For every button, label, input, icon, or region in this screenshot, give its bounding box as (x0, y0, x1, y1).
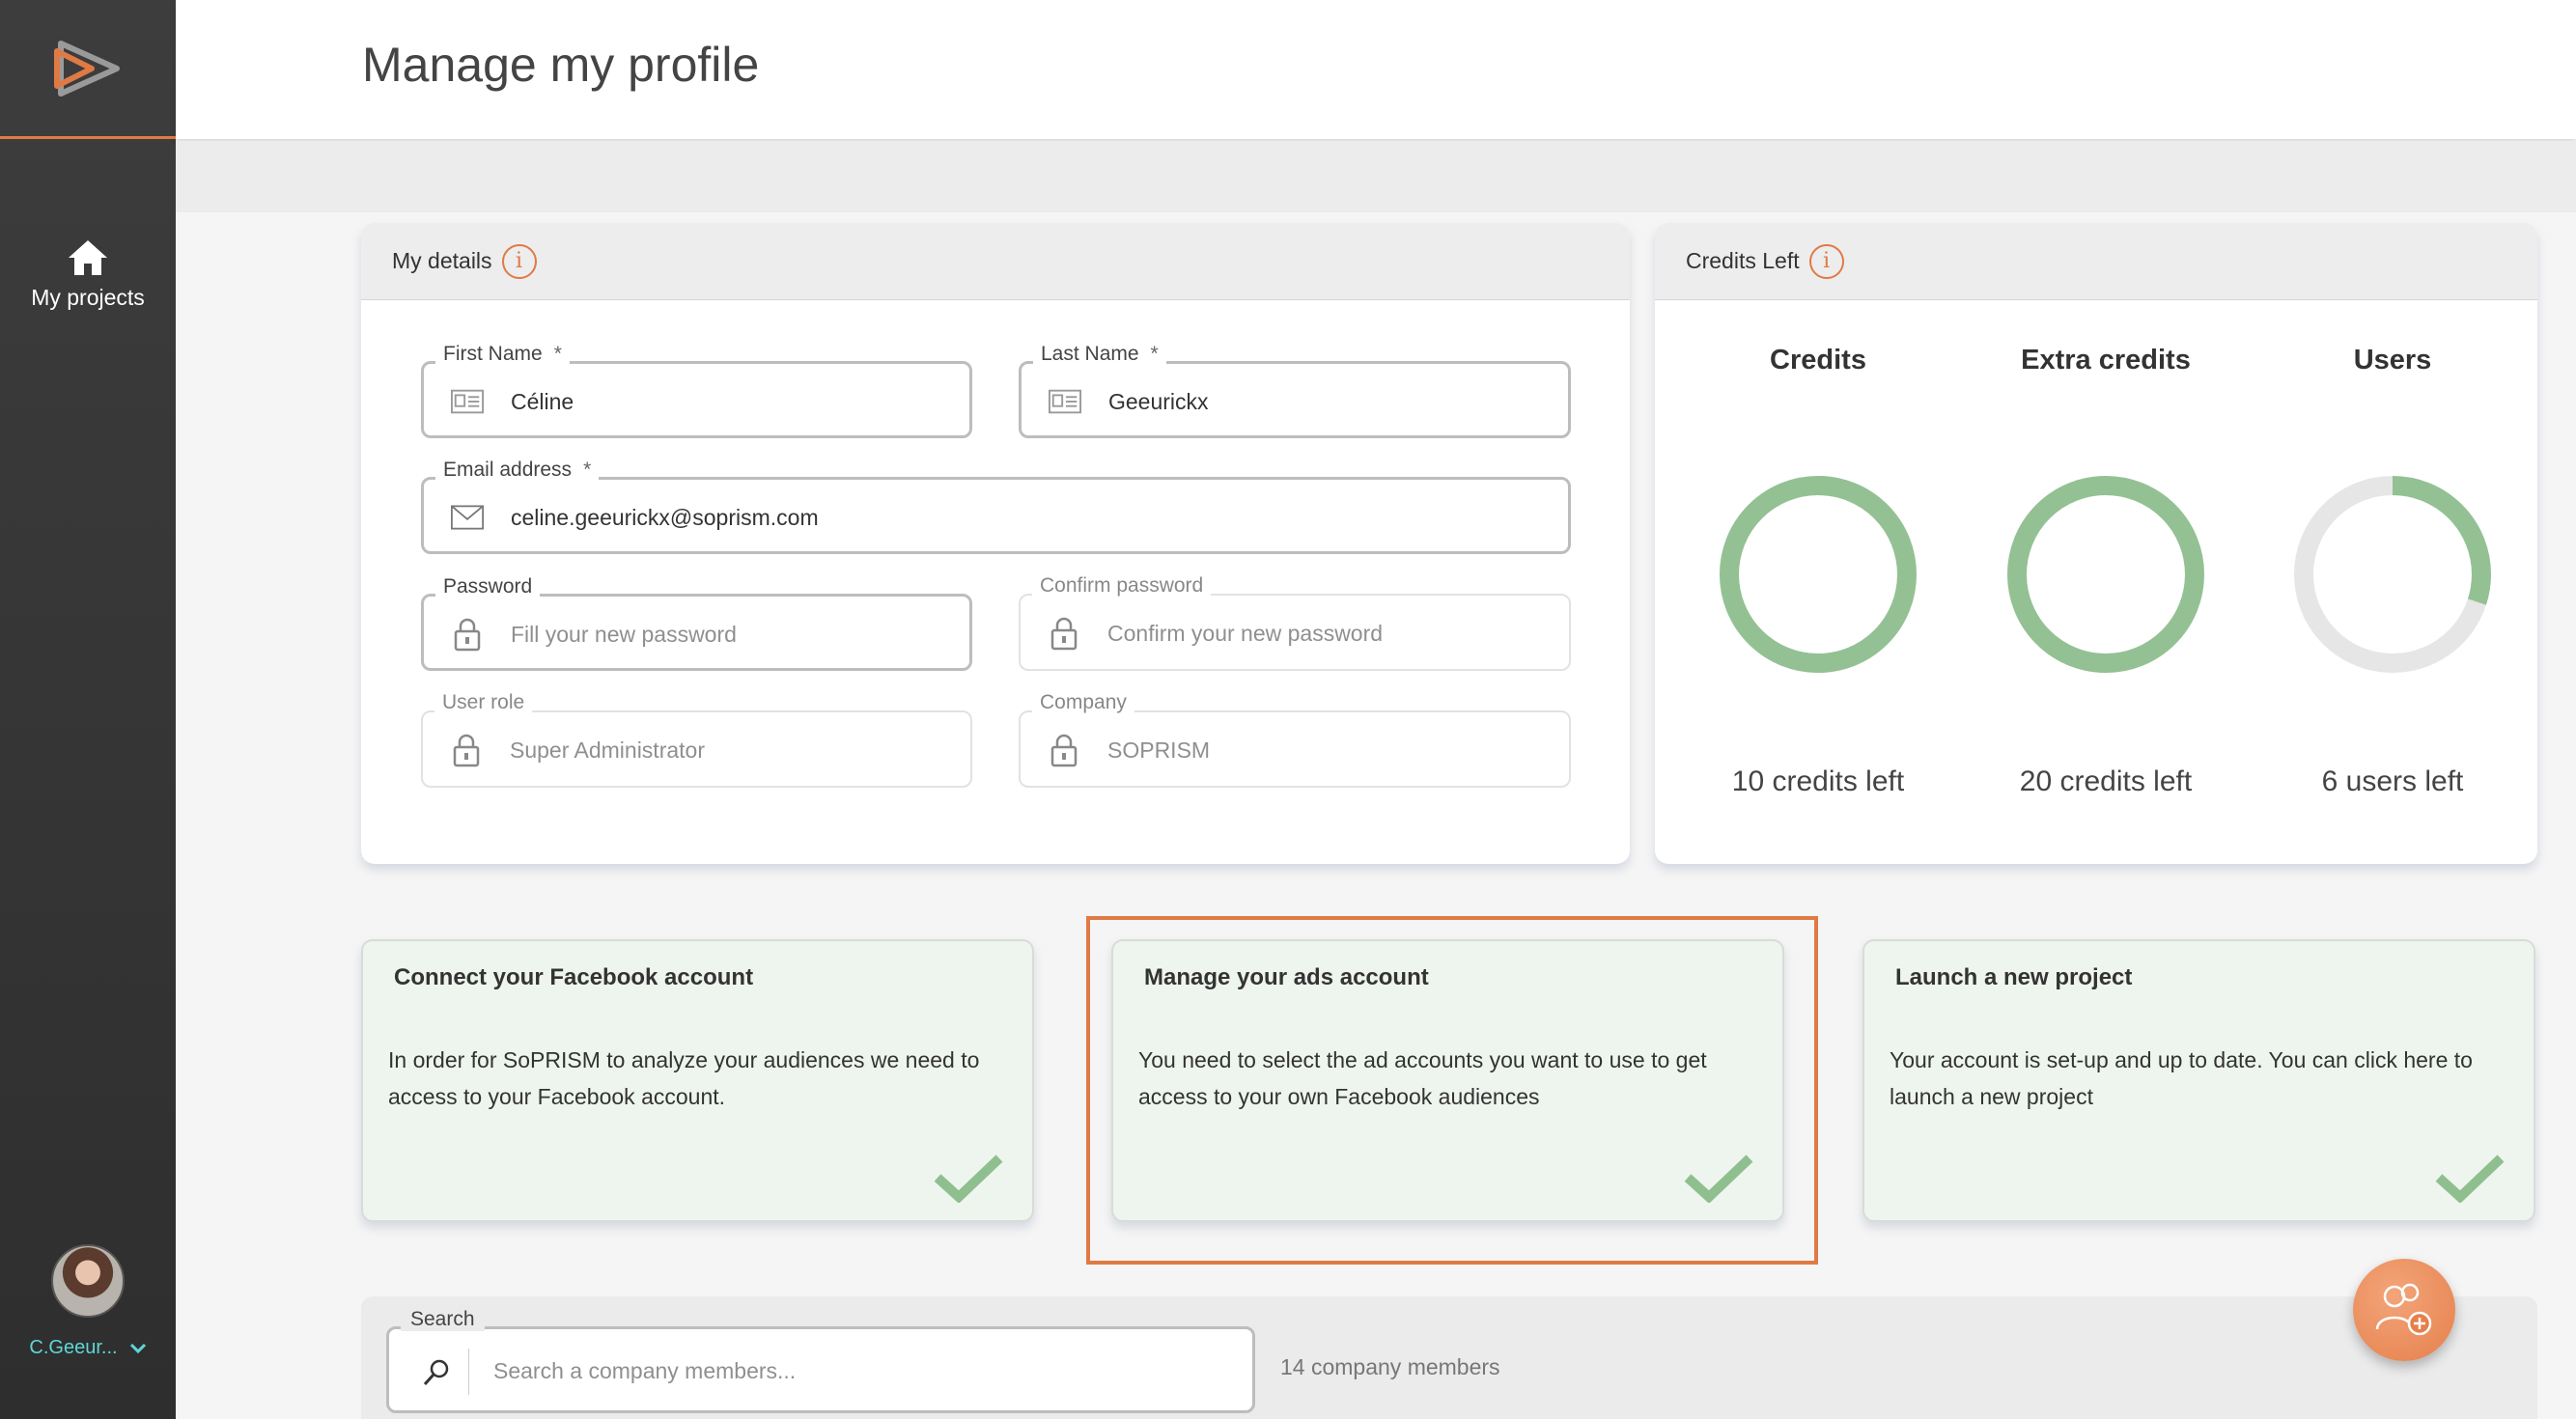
my-details-card: My details i First Name * Céline Last Nam… (361, 223, 1630, 864)
credits-column-title: Credits (1770, 345, 1866, 376)
extra-credits-column-title: Extra credits (2021, 345, 2191, 376)
home-icon (69, 240, 107, 275)
extra-credits-column: Extra credits (1961, 345, 2251, 376)
soprism-logo-icon (54, 40, 120, 97)
confirm-password-field[interactable]: Confirm password Confirm your new passwo… (1019, 574, 1571, 671)
user-name: C.Geeur... (29, 1337, 118, 1358)
users-footer: 6 users left (2248, 765, 2537, 798)
sidebar: My projects C.Geeur... (0, 0, 176, 1419)
required-mark: * (583, 459, 592, 481)
user-role-value: Super Administrator (510, 737, 705, 763)
step-text: In order for SoPRISM to analyze your aud… (388, 1047, 980, 1109)
page-header: Manage my profile (176, 0, 2576, 139)
envelope-icon (451, 503, 484, 532)
credits-title: Credits Left (1686, 248, 1800, 273)
company-value: SOPRISM (1107, 737, 1211, 763)
check-icon (2435, 1155, 2505, 1203)
check-icon (934, 1155, 1003, 1203)
first-name-label-text: First Name (443, 343, 543, 365)
info-icon[interactable]: i (501, 243, 537, 279)
add-users-icon (2375, 1283, 2432, 1336)
email-field[interactable]: Email address * celine.geeurickx@soprism.… (421, 459, 1571, 554)
lock-icon (1048, 734, 1080, 767)
credits-card: Credits Left i Credits Extra credits Use… (1655, 223, 2537, 864)
id-card-icon (1049, 387, 1081, 416)
password-field[interactable]: Password Fill your new password (421, 575, 972, 671)
email-label: Email address * (435, 459, 600, 482)
password-label: Password (435, 575, 541, 598)
page-title: Manage my profile (362, 38, 760, 92)
extra-credits-ring (2007, 476, 2204, 673)
step-connect-facebook[interactable]: Connect your Facebook account In order f… (361, 939, 1034, 1222)
my-details-header: My details i (361, 223, 1630, 300)
nav-my-projects-label: My projects (31, 285, 145, 310)
id-card-icon (451, 387, 484, 416)
step-title: Connect your Facebook account (394, 964, 754, 990)
my-details-title: My details (392, 248, 492, 273)
first-name-label: First Name * (435, 343, 570, 366)
users-column: Users (2248, 345, 2537, 376)
company-field: Company SOPRISM (1019, 691, 1571, 788)
credits-header: Credits Left i (1655, 223, 2537, 300)
add-user-button[interactable] (2353, 1259, 2455, 1361)
credits-rings (1720, 476, 2491, 673)
credits-footer: 10 credits left (1673, 765, 1963, 798)
step-launch-project[interactable]: Launch a new project Your account is set… (1862, 939, 2535, 1222)
logo[interactable] (0, 0, 176, 139)
step-text: Your account is set-up and up to date. Y… (1890, 1047, 2473, 1109)
search-label: Search (401, 1308, 485, 1331)
credits-column: Credits (1673, 345, 1963, 376)
last-name-label: Last Name * (1033, 343, 1166, 366)
confirm-password-label: Confirm password (1032, 574, 1212, 598)
password-placeholder: Fill your new password (511, 622, 737, 647)
extra-credits-footer: 20 credits left (1961, 765, 2251, 798)
company-label: Company (1032, 691, 1134, 714)
users-left-text: 6 users left (2321, 765, 2464, 797)
user-name-dropdown[interactable]: C.Geeur... (29, 1337, 146, 1359)
search-divider (468, 1349, 469, 1395)
user-menu[interactable]: C.Geeur... (0, 1244, 176, 1359)
search-placeholder: Search a company members... (493, 1358, 797, 1383)
required-mark: * (553, 343, 562, 365)
nav-my-projects[interactable]: My projects (0, 238, 176, 311)
header-subbar (176, 141, 2576, 212)
avatar[interactable] (51, 1244, 125, 1318)
required-mark: * (1150, 343, 1159, 365)
lock-icon (451, 618, 484, 652)
user-role-label: User role (434, 691, 533, 714)
email-label-text: Email address (443, 459, 573, 481)
user-role-field: User role Super Administrator (421, 691, 972, 788)
members-count: 14 company members (1280, 1354, 1500, 1379)
credits-ring (1720, 476, 1917, 673)
step-title: Launch a new project (1895, 964, 2133, 990)
chevron-down-icon (129, 1343, 146, 1353)
highlight-frame (1086, 916, 1818, 1265)
credits-left-text: 10 credits left (1731, 765, 1905, 797)
confirm-password-placeholder: Confirm your new password (1107, 621, 1384, 646)
first-name-value: Céline (511, 389, 574, 414)
info-icon[interactable]: i (1808, 243, 1844, 279)
last-name-label-text: Last Name (1041, 343, 1139, 365)
lock-icon (450, 734, 483, 767)
last-name-field[interactable]: Last Name * Geeurickx (1019, 343, 1571, 438)
company-members-panel: Search Search a company members... 14 co… (361, 1296, 2537, 1419)
extra-credits-left-text: 20 credits left (2019, 765, 2193, 797)
lock-icon (1048, 617, 1080, 651)
search-input[interactable]: Search Search a company members... (386, 1308, 1255, 1413)
first-name-field[interactable]: First Name * Céline (421, 343, 972, 438)
last-name-value: Geeurickx (1108, 389, 1209, 414)
users-column-title: Users (2353, 345, 2432, 376)
search-icon (423, 1359, 449, 1386)
email-value: celine.geeurickx@soprism.com (511, 505, 819, 530)
